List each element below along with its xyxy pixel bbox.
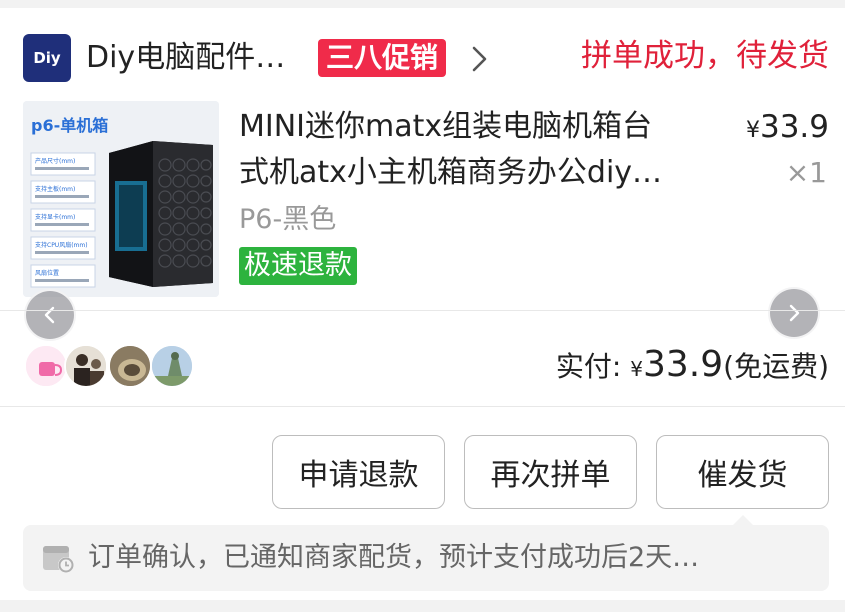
pc-case-illustration <box>109 141 213 287</box>
apply-refund-button[interactable]: 申请退款 <box>272 435 445 509</box>
product-title-line: MINI迷你matx组装电脑机箱台 <box>239 109 653 144</box>
unit-price: ¥33.9 <box>746 104 829 154</box>
paid-total: 实付: ¥33.9(免运费) <box>556 342 829 392</box>
order-status: 拼单成功，待发货 <box>581 38 829 74</box>
product-title[interactable]: MINI迷你matx组装电脑机箱台 式机atx小主机箱商务办公diy… <box>239 104 709 196</box>
divider <box>0 310 845 311</box>
promo-tag: 三八促销 <box>318 39 447 77</box>
spec-line: 产品尺寸(mm) <box>35 157 75 165</box>
divider <box>0 406 845 407</box>
spec-line: 支持显卡(mm) <box>35 213 75 221</box>
avatar <box>150 344 194 388</box>
chevron-left-icon <box>44 306 55 324</box>
shipping-note: (免运费) <box>723 350 829 383</box>
product-image[interactable]: p6-单机箱 产品尺寸(mm) 支持主板(mm) 支持显卡(mm) 支持CPU风… <box>23 101 219 297</box>
spec-line: 支持主板(mm) <box>35 185 75 193</box>
shipping-notice[interactable]: 订单确认，已通知商家配货，预计支付成功后2天… <box>23 525 829 591</box>
carousel-prev-button[interactable] <box>24 289 76 341</box>
shop-logo[interactable]: Diy <box>23 34 71 82</box>
group-avatars[interactable] <box>24 344 204 388</box>
avatar <box>64 344 108 388</box>
avatar <box>108 344 152 388</box>
calendar-clock-icon <box>43 546 74 573</box>
spec-list: 产品尺寸(mm) 支持主板(mm) 支持显卡(mm) 支持CPU风扇(mm) 风… <box>30 152 96 288</box>
spec-line: 风扇位置 <box>35 269 59 277</box>
avatar <box>24 344 68 388</box>
carousel-next-button[interactable] <box>768 287 820 339</box>
unit-price-value: 33.9 <box>759 109 829 145</box>
fast-refund-tag: 极速退款 <box>239 247 357 285</box>
urge-shipping-button[interactable]: 催发货 <box>656 435 829 509</box>
currency-symbol: ¥ <box>745 118 760 143</box>
paid-amount: 33.9 <box>642 344 724 385</box>
shop-name[interactable]: Diy电脑配件… <box>86 36 285 80</box>
notice-text: 订单确认，已通知商家配货，预计支付成功后2天… <box>88 542 700 573</box>
sku-variant: P6-黑色 <box>239 204 337 235</box>
group-again-button[interactable]: 再次拼单 <box>464 435 637 509</box>
quantity: ×1 <box>785 156 827 189</box>
paid-label: 实付: <box>555 350 622 383</box>
currency-symbol: ¥ <box>630 357 643 381</box>
spec-line: 支持CPU风扇(mm) <box>35 241 88 249</box>
order-card: Diy Diy电脑配件… 三八促销 拼单成功，待发货 p6-单机箱 产品尺寸(m… <box>0 8 845 600</box>
chevron-right-icon <box>789 304 800 322</box>
chevron-right-icon[interactable] <box>468 42 492 76</box>
product-image-label: p6-单机箱 <box>31 116 108 135</box>
product-title-line: 式机atx小主机箱商务办公diy… <box>239 155 663 190</box>
